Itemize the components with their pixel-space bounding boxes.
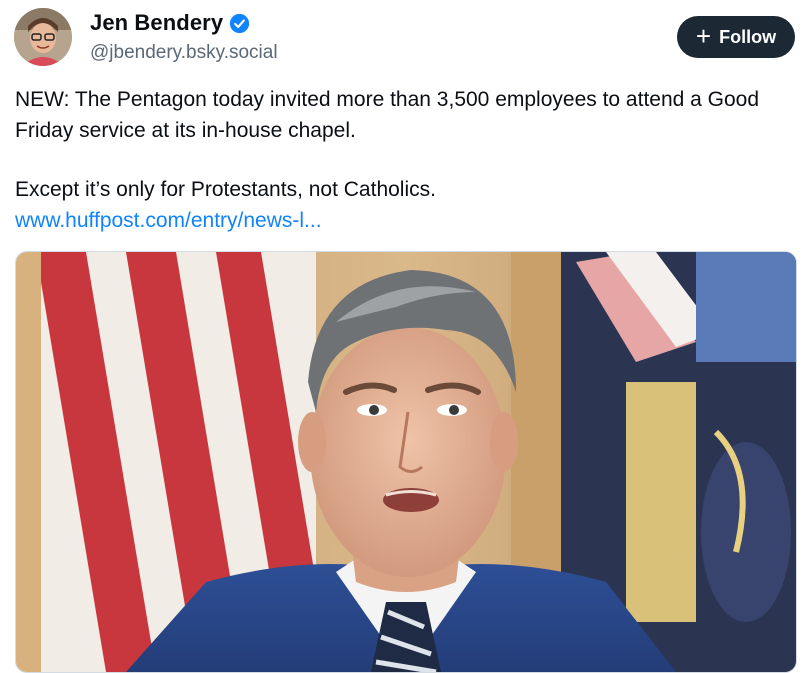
- post-text-paragraph-1: NEW: The Pentagon today invited more tha…: [15, 88, 760, 142]
- embedded-image-card[interactable]: [15, 251, 797, 673]
- plus-icon: +: [695, 20, 712, 51]
- post-text-paragraph-2: Except it’s only for Protestants, not Ca…: [15, 178, 436, 201]
- follow-label: Follow: [719, 26, 777, 47]
- author-avatar[interactable]: [14, 8, 72, 66]
- embedded-photo: [16, 252, 796, 672]
- post-link[interactable]: www.huffpost.com/entry/news-l...: [15, 205, 322, 236]
- verified-badge-icon: [229, 13, 250, 34]
- post-container: Jen Bendery @jbendery.bsky.social + Foll…: [0, 0, 803, 673]
- author-display-name[interactable]: Jen Bendery: [90, 10, 223, 36]
- author-handle[interactable]: @jbendery.bsky.social: [90, 42, 278, 64]
- avatar-image: [14, 8, 72, 66]
- follow-button[interactable]: + Follow: [677, 16, 795, 58]
- author-name-row: Jen Bendery: [90, 10, 250, 36]
